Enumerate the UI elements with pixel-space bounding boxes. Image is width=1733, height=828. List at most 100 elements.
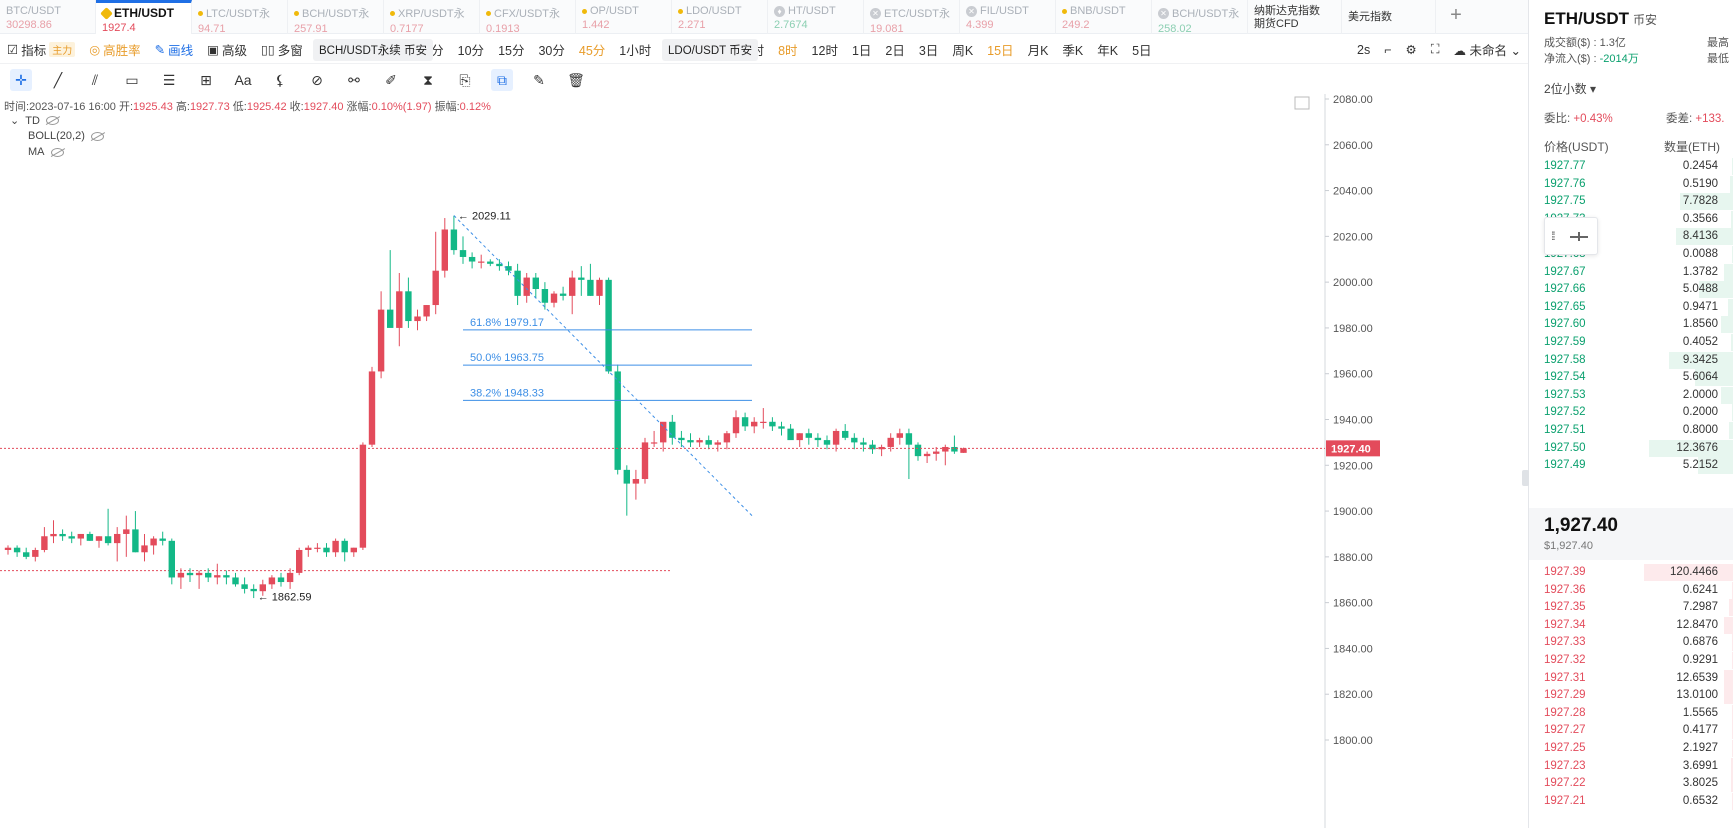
ask-row[interactable]: 1927.49 5.2152 xyxy=(1529,456,1733,475)
order-price: 1927.33 xyxy=(1544,636,1586,649)
candle-body xyxy=(23,552,30,557)
trendline-icon[interactable]: ╱ xyxy=(47,69,69,91)
parallel-lines-icon[interactable]: ⫽ xyxy=(84,69,106,91)
bid-row[interactable]: 1927.35 7.2987 xyxy=(1529,598,1733,617)
ask-row[interactable]: 1927.60 1.8560 xyxy=(1529,315,1733,334)
add-tab-button[interactable]: + xyxy=(1436,0,1476,33)
ticker-tab-4[interactable]: XRP/USDT永 0.7177 xyxy=(384,0,480,34)
advanced-button[interactable]: ▣ 高级 xyxy=(200,40,254,59)
rectangle-icon[interactable]: ▭ xyxy=(121,69,143,91)
lock-icon[interactable]: ⊘ xyxy=(306,69,328,91)
order-qty: 5.6064 xyxy=(1682,371,1718,384)
candle-body xyxy=(696,440,703,443)
tab-nasdaq[interactable]: 纳斯达克指数 期货CFD xyxy=(1248,0,1342,34)
interval-5[interactable]: 15分 xyxy=(491,40,531,59)
interval-17[interactable]: 周K xyxy=(945,40,980,59)
ask-row[interactable]: 1927.58 9.3425 xyxy=(1529,351,1733,370)
interval-4[interactable]: 10分 xyxy=(451,40,491,59)
ticker-tab-0[interactable]: BTC/USDT 30298.86 xyxy=(0,0,96,34)
settings-gear-icon[interactable]: ⚙ xyxy=(1399,42,1424,57)
interval-13[interactable]: 12时 xyxy=(805,40,845,59)
interval-15[interactable]: 2日 xyxy=(878,40,911,59)
toolbar-right: 2s ⌐ ⚙ ⛶ ☁ 未命名 ⌄ xyxy=(1350,40,1528,59)
ticker-tab-7[interactable]: LDO/USDT 2.271 xyxy=(672,0,768,34)
ticker-tab-2[interactable]: LTC/USDT永 94.71 xyxy=(192,0,288,34)
candlestick-chart[interactable]: 1800.00 1820.00 1840.00 1860.00 1880.00 1900.… xyxy=(0,94,1480,828)
draw-button[interactable]: ✎ 画线 xyxy=(148,40,201,59)
fullscreen-icon[interactable]: ⛶ xyxy=(1424,42,1447,57)
winrate-button[interactable]: ◎ 高胜率 xyxy=(82,40,147,59)
bid-row[interactable]: 1927.36 0.6241 xyxy=(1529,581,1733,600)
bid-row[interactable]: 1927.28 1.5565 xyxy=(1529,704,1733,723)
refresh-rate[interactable]: 2s xyxy=(1350,43,1377,57)
clipboard-icon[interactable]: ⎘ xyxy=(454,69,476,91)
bid-row[interactable]: 1927.33 0.6876 xyxy=(1529,633,1733,652)
measure-icon[interactable]: ⊞ xyxy=(195,69,217,91)
bid-row[interactable]: 1927.27 0.4177 xyxy=(1529,721,1733,740)
ask-row[interactable]: 1927.75 7.7828 xyxy=(1529,192,1733,211)
multi-window-button[interactable]: ▯▯ 多窗 xyxy=(254,40,310,59)
interval-12[interactable]: 8时 xyxy=(771,40,804,59)
ask-row[interactable]: 1927.53 2.0000 xyxy=(1529,386,1733,405)
interval-21[interactable]: 年K xyxy=(1090,40,1125,59)
bid-row[interactable]: 1927.21 0.6532 xyxy=(1529,792,1733,811)
bid-row[interactable]: 1927.32 0.9291 xyxy=(1529,651,1733,670)
bookmark-icon[interactable]: ⧉ xyxy=(491,69,513,91)
ask-row[interactable]: 1927.77 0.2454 xyxy=(1529,157,1733,176)
link-icon[interactable]: ⚯ xyxy=(343,69,365,91)
ask-row[interactable]: 1927.66 5.0488 xyxy=(1529,280,1733,299)
trash-icon[interactable]: 🗑 xyxy=(565,69,587,91)
crosshair-icon[interactable]: ✛ xyxy=(10,69,32,91)
ask-row[interactable]: 1927.54 5.6064 xyxy=(1529,368,1733,387)
bid-row[interactable]: 1927.25 2.1927 xyxy=(1529,739,1733,758)
screenshot-icon[interactable]: ⌐ xyxy=(1377,43,1398,57)
interval-16[interactable]: 3日 xyxy=(912,40,945,59)
text-icon[interactable]: Aa xyxy=(232,69,254,91)
interval-14[interactable]: 1日 xyxy=(845,40,878,59)
interval-6[interactable]: 30分 xyxy=(531,40,571,59)
bid-row[interactable]: 1927.34 12.8470 xyxy=(1529,616,1733,635)
candle-icon[interactable]: ⧗ xyxy=(417,69,439,91)
ask-row[interactable]: 1927.51 0.8000 xyxy=(1529,421,1733,440)
ticker-tab-1[interactable]: ETH/USDT 1927.4 xyxy=(96,0,192,34)
crosshair-mini-icon[interactable] xyxy=(1570,233,1588,240)
ticker-tab-10[interactable]: ✕ FIL/USDT 4.399 xyxy=(960,0,1056,34)
bid-row[interactable]: 1927.39 120.4466 xyxy=(1529,563,1733,582)
indicator-button[interactable]: ☑ 指标 主力 xyxy=(0,40,82,59)
ticker-tab-9[interactable]: ✕ ETC/USDT永 19.081 xyxy=(864,0,960,34)
floating-toolbox[interactable]: ⁞⁞ xyxy=(1544,217,1598,255)
cloud-layout[interactable]: ☁ 未命名 ⌄ xyxy=(1447,40,1528,59)
interval-8[interactable]: 1小时 xyxy=(612,40,658,59)
ticker-tab-12[interactable]: ✕ BCH/USDT永 258.02 xyxy=(1152,0,1248,34)
bid-row[interactable]: 1927.31 12.6539 xyxy=(1529,669,1733,688)
ask-row[interactable]: 1927.50 12.3676 xyxy=(1529,439,1733,458)
drag-handle-icon[interactable]: ⁞⁞ xyxy=(1551,229,1555,243)
interval-18[interactable]: 15日 xyxy=(980,40,1020,59)
bid-row[interactable]: 1927.29 13.0100 xyxy=(1529,686,1733,705)
bid-row[interactable]: 1927.23 3.6991 xyxy=(1529,757,1733,776)
panel-collapse-handle[interactable] xyxy=(1522,470,1529,486)
magnet-icon[interactable]: ⚸ xyxy=(269,69,291,91)
ticker-tab-8[interactable]: ♦ HT/USDT 2.7674 xyxy=(768,0,864,34)
ticker-tab-6[interactable]: OP/USDT 1.442 xyxy=(576,0,672,34)
candle-body xyxy=(123,529,130,534)
ticker-tab-11[interactable]: BNB/USDT 249.2 xyxy=(1056,0,1152,34)
edit-icon[interactable]: ✎ xyxy=(528,69,550,91)
ticker-tab-5[interactable]: CFX/USDT永 0.1913 xyxy=(480,0,576,34)
interval-20[interactable]: 季K xyxy=(1055,40,1090,59)
interval-19[interactable]: 月K xyxy=(1021,40,1056,59)
brush-icon[interactable]: ✐ xyxy=(380,69,402,91)
interval-22[interactable]: 5日 xyxy=(1125,40,1158,59)
decimals-select[interactable]: 2位小数 ▾ xyxy=(1544,80,1596,97)
tab-usd-index[interactable]: 美元指数 xyxy=(1342,0,1436,34)
candle-body xyxy=(104,536,112,544)
ask-row[interactable]: 1927.76 0.5190 xyxy=(1529,175,1733,194)
ticker-tab-3[interactable]: BCH/USDT永 257.91 xyxy=(288,0,384,34)
bid-row[interactable]: 1927.22 3.8025 xyxy=(1529,774,1733,793)
ask-row[interactable]: 1927.52 0.2000 xyxy=(1529,403,1733,422)
ask-row[interactable]: 1927.67 1.3782 xyxy=(1529,263,1733,282)
horizontal-lines-icon[interactable]: ☰ xyxy=(158,69,180,91)
ask-row[interactable]: 1927.65 0.9471 xyxy=(1529,298,1733,317)
ask-row[interactable]: 1927.59 0.4052 xyxy=(1529,333,1733,352)
interval-7[interactable]: 45分 xyxy=(572,40,612,59)
